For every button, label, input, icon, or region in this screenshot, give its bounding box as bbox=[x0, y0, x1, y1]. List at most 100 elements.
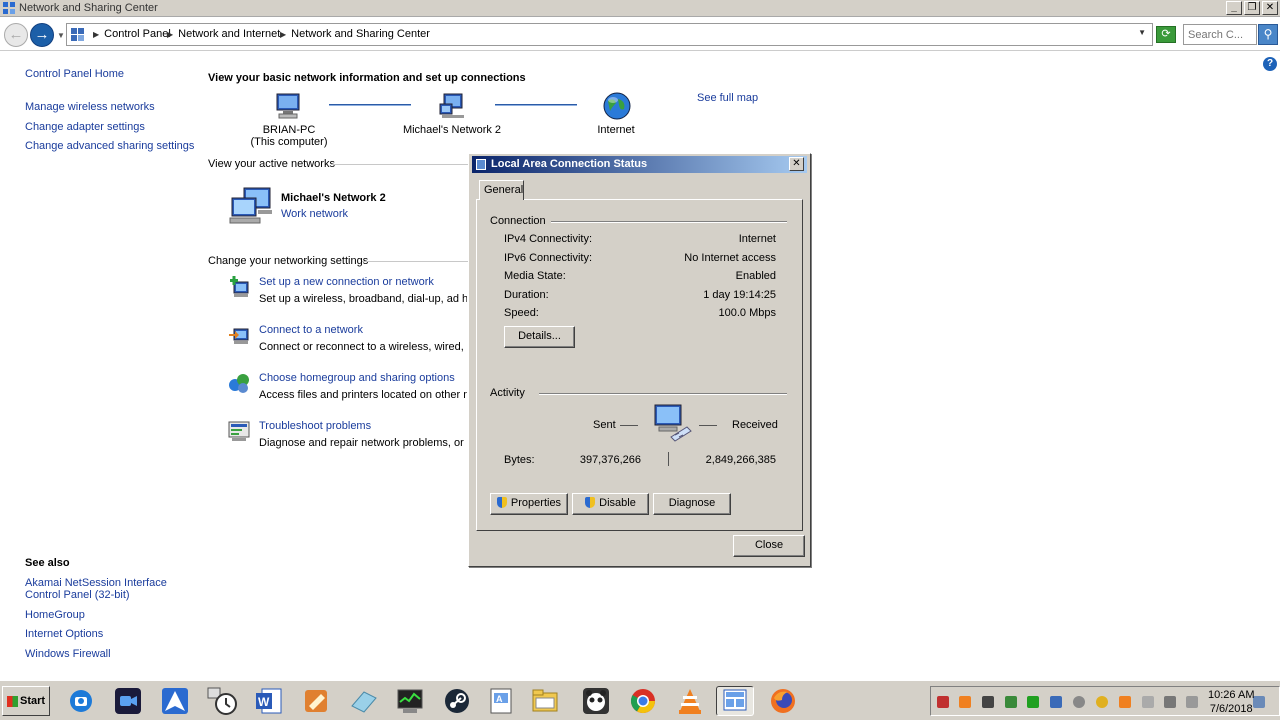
system-monitor-icon[interactable] bbox=[395, 686, 425, 716]
chrome-icon[interactable] bbox=[628, 686, 658, 716]
tray-update-icon[interactable] bbox=[1005, 696, 1017, 708]
search-box[interactable] bbox=[1183, 24, 1257, 45]
tray-vlc-icon[interactable] bbox=[1119, 696, 1131, 708]
manage-wireless-link[interactable]: Manage wireless networks bbox=[25, 101, 155, 113]
tray-google-icon[interactable] bbox=[1073, 696, 1085, 708]
troubleshoot-icon bbox=[228, 420, 250, 442]
connect-network-link[interactable]: Connect to a network bbox=[259, 324, 363, 336]
computer-icon[interactable] bbox=[273, 92, 303, 120]
internet-options-link[interactable]: Internet Options bbox=[25, 628, 103, 640]
zoom-app-icon[interactable] bbox=[113, 686, 143, 716]
control-panel-home-link[interactable]: Control Panel Home bbox=[25, 68, 124, 80]
forward-arrow-icon: → bbox=[34, 26, 50, 43]
akamai-link[interactable]: Akamai NetSession Interface Control Pane… bbox=[25, 577, 175, 601]
setup-connection-link[interactable]: Set up a new connection or network bbox=[259, 276, 434, 288]
tray-sun-icon[interactable] bbox=[1096, 696, 1108, 708]
ipv4-label: IPv4 Connectivity: bbox=[504, 233, 593, 245]
ipv6-label: IPv6 Connectivity: bbox=[504, 252, 593, 264]
vlc-icon[interactable] bbox=[675, 686, 705, 716]
map-link-line bbox=[329, 104, 411, 106]
path-dropdown-icon[interactable]: ▼ bbox=[1138, 28, 1146, 37]
breadcrumb-network-sharing[interactable]: ▶ Network and Sharing Center bbox=[280, 28, 430, 40]
dialog-title: Local Area Connection Status bbox=[491, 158, 648, 170]
globe-icon[interactable] bbox=[602, 91, 632, 121]
camera-app-icon[interactable] bbox=[66, 686, 96, 716]
map-network-name: Michael's Network 2 bbox=[402, 124, 502, 136]
homegroup-link[interactable]: HomeGroup bbox=[25, 609, 85, 621]
breadcrumb-control-panel[interactable]: ▶ Control Panel bbox=[93, 28, 171, 40]
help-icon[interactable]: ? bbox=[1263, 57, 1277, 71]
details-button[interactable]: Details... bbox=[504, 326, 575, 348]
close-dialog-button[interactable]: Close bbox=[733, 535, 805, 557]
change-adapter-link[interactable]: Change adapter settings bbox=[25, 121, 145, 133]
map-node-internet: Internet bbox=[585, 124, 647, 136]
tray-show-desktop-icon[interactable] bbox=[1253, 696, 1265, 708]
history-dropdown-icon[interactable]: ▼ bbox=[57, 31, 65, 40]
word-icon[interactable]: W bbox=[254, 686, 284, 716]
received-label: Received bbox=[732, 419, 778, 431]
clock[interactable]: 10:26 AM 7/6/2018 bbox=[1208, 688, 1254, 716]
tray-network-icon[interactable] bbox=[1050, 696, 1062, 708]
wordpad-icon[interactable]: A bbox=[486, 686, 516, 716]
tray-play-icon[interactable] bbox=[1027, 696, 1039, 708]
alarm-clock-icon[interactable] bbox=[207, 686, 237, 716]
see-full-map-link[interactable]: See full map bbox=[697, 92, 758, 104]
window-title: Network and Sharing Center bbox=[19, 2, 158, 14]
map-node-computer: BRIAN-PC (This computer) bbox=[245, 124, 333, 148]
homegroup-options-link[interactable]: Choose homegroup and sharing options bbox=[259, 372, 455, 384]
tray-avast-icon[interactable] bbox=[959, 696, 971, 708]
ipv6-value: No Internet access bbox=[684, 252, 776, 264]
active-networks-label: View your active networks bbox=[208, 158, 335, 170]
speed-label: Speed: bbox=[504, 307, 539, 319]
tray-monitor-icon[interactable] bbox=[1164, 696, 1176, 708]
panda-app-icon[interactable] bbox=[581, 686, 611, 716]
media-state-value: Enabled bbox=[735, 270, 776, 282]
maximize-button[interactable]: ❐ bbox=[1244, 1, 1260, 15]
firefox-icon[interactable] bbox=[768, 686, 798, 716]
connection-group-label: Connection bbox=[490, 215, 546, 227]
path-box[interactable]: ▶ Control Panel ▶ Network and Internet ▶ Ne… bbox=[66, 23, 1153, 46]
network-icon[interactable] bbox=[438, 92, 468, 120]
eraser-app-icon[interactable] bbox=[348, 686, 378, 716]
search-input[interactable] bbox=[1184, 25, 1254, 44]
homegroup-options-desc: Access files and printers located on oth… bbox=[259, 389, 467, 401]
forward-button[interactable]: → bbox=[30, 23, 54, 47]
troubleshoot-desc: Diagnose and repair network problems, or… bbox=[259, 437, 467, 449]
dialog-title-bar[interactable]: Local Area Connection Status ✕ bbox=[472, 156, 807, 173]
search-button[interactable]: ⚲ bbox=[1258, 24, 1278, 45]
search-icon: ⚲ bbox=[1263, 27, 1273, 41]
networking-settings-label: Change your networking settings bbox=[208, 255, 369, 267]
paint-app-icon[interactable] bbox=[301, 686, 331, 716]
troubleshoot-link[interactable]: Troubleshoot problems bbox=[259, 420, 371, 432]
diagnose-button[interactable]: Diagnose bbox=[653, 493, 731, 515]
disable-button[interactable]: Disable bbox=[572, 493, 649, 515]
tray-printer-icon[interactable] bbox=[982, 696, 994, 708]
arrow-app-icon[interactable] bbox=[160, 686, 190, 716]
minimize-button[interactable]: _ bbox=[1226, 1, 1242, 15]
bytes-divider bbox=[668, 452, 669, 466]
title-bar: Network and Sharing Center _ ❐ ✕ bbox=[0, 0, 1280, 17]
bytes-received-value: 2,849,266,385 bbox=[705, 454, 776, 466]
setup-connection-desc: Set up a wireless, broadband, dial-up, a… bbox=[259, 293, 467, 305]
steam-icon[interactable] bbox=[442, 686, 472, 716]
map-computer-name: BRIAN-PC bbox=[262, 124, 316, 136]
sent-line bbox=[620, 425, 638, 426]
tab-general[interactable]: General bbox=[479, 180, 524, 200]
refresh-icon: ⟳ bbox=[1161, 28, 1171, 40]
connection-status-dialog: Local Area Connection Status ✕ General C… bbox=[468, 153, 811, 567]
dialog-close-icon[interactable]: ✕ bbox=[789, 157, 804, 171]
back-button[interactable]: ← bbox=[4, 23, 28, 47]
start-button[interactable]: Start bbox=[2, 686, 50, 716]
tray-security-icon[interactable] bbox=[937, 696, 949, 708]
refresh-button[interactable]: ⟳ bbox=[1156, 26, 1176, 43]
properties-button[interactable]: Properties bbox=[490, 493, 568, 515]
breadcrumb-network-internet[interactable]: ▶ Network and Internet bbox=[167, 28, 280, 40]
advanced-sharing-link[interactable]: Change advanced sharing settings bbox=[25, 140, 194, 152]
file-explorer-icon[interactable] bbox=[530, 686, 560, 716]
tray-device-icon[interactable] bbox=[1142, 696, 1154, 708]
tray-volume-icon[interactable] bbox=[1186, 696, 1198, 708]
work-network-link[interactable]: Work network bbox=[281, 208, 348, 220]
close-button[interactable]: ✕ bbox=[1262, 1, 1278, 15]
windows-firewall-link[interactable]: Windows Firewall bbox=[25, 648, 111, 660]
control-panel-task-icon[interactable] bbox=[716, 686, 754, 716]
